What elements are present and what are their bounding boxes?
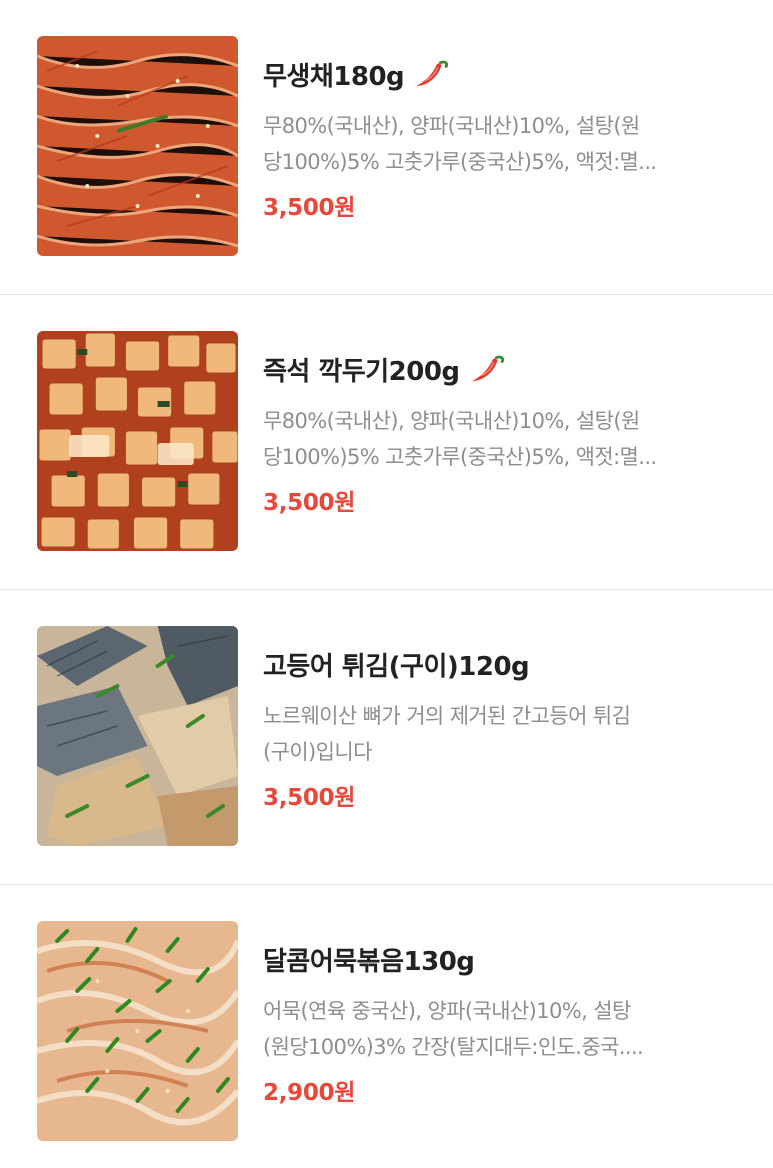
item-price: 3,500원 — [263, 490, 356, 516]
item-price: 2,900원 — [263, 1080, 356, 1106]
menu-item-kkakdugi[interactable]: 즉석 깍두기200g 무80%(국내산), 양파(국내산)10%, 설탕(원 당… — [0, 295, 773, 590]
menu-item-radish-salad[interactable]: 무생채180g 무80%(국내산), 양파(국내산)10%, 설탕(원 당100… — [0, 0, 773, 295]
item-description: 무80%(국내산), 양파(국내산)10%, 설탕(원 당100%)5% 고춧가… — [263, 409, 657, 469]
menu-list: 무생채180g 무80%(국내산), 양파(국내산)10%, 설탕(원 당100… — [0, 0, 773, 1168]
item-title: 무생채180g — [263, 61, 405, 92]
food-photo-fishcake-stirfry — [37, 921, 238, 1141]
item-title: 고등어 튀김(구이)120g — [263, 651, 530, 682]
item-description: 어묵(연육 중국산), 양파(국내산)10%, 설탕 (원당100%)3% 간장… — [263, 999, 644, 1059]
food-photo-kkakdugi — [37, 331, 238, 551]
item-description: 무80%(국내산), 양파(국내산)10%, 설탕(원 당100%)5% 고춧가… — [263, 114, 657, 174]
menu-item-fried-mackerel[interactable]: 고등어 튀김(구이)120g 노르웨이산 뼈가 거의 제거된 간고등어 튀김 (… — [0, 590, 773, 885]
item-description: 노르웨이산 뼈가 거의 제거된 간고등어 튀김 (구이)입니다 — [263, 704, 631, 764]
menu-item-fishcake-stirfry[interactable]: 달콤어묵볶음130g 어묵(연육 중국산), 양파(국내산)10%, 설탕 (원… — [0, 885, 773, 1168]
chili-pepper-icon — [468, 352, 506, 386]
item-price: 3,500원 — [263, 785, 356, 811]
chili-pepper-icon — [412, 57, 450, 91]
food-photo-radish-salad — [37, 36, 238, 256]
item-title: 즉석 깍두기200g — [263, 356, 460, 387]
item-price: 3,500원 — [263, 195, 356, 221]
food-photo-fried-mackerel — [37, 626, 238, 846]
item-title: 달콤어묵볶음130g — [263, 946, 475, 977]
